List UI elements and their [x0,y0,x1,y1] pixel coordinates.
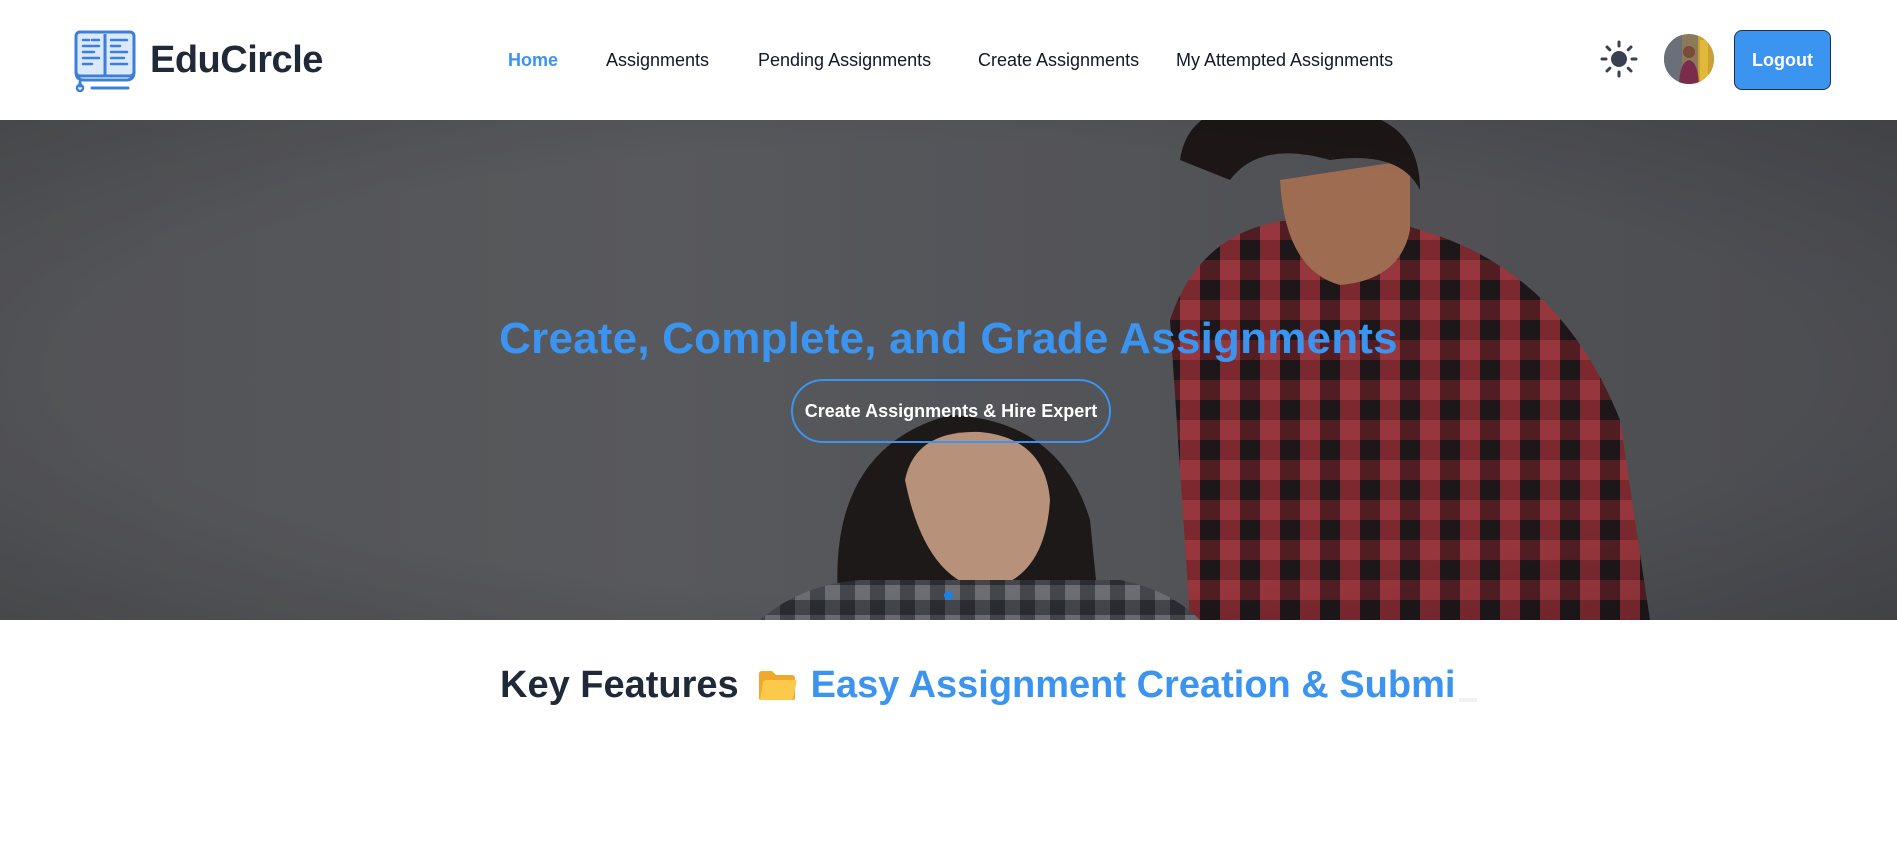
sun-icon[interactable] [1600,40,1638,78]
hero-overlay [0,120,1897,620]
user-avatar[interactable] [1664,34,1714,84]
top-navbar: EduCircle Home Assignments Pending Assig… [0,0,1897,120]
nav-link-home[interactable]: Home [508,50,558,71]
nav-link-pending-assignments[interactable]: Pending Assignments [758,50,931,71]
logout-button[interactable]: Logout [1734,30,1831,90]
folder-icon [758,671,797,700]
key-features-typed-text: Easy Assignment Creation & Submi [810,663,1456,706]
slider-pagination [0,591,1897,600]
brand-name: EduCircle [150,38,323,81]
key-features-heading: Key Features [500,663,739,706]
nav-link-my-attempted-assignments[interactable]: My Attempted Assignments [1176,50,1393,71]
hero-slider: Create, Complete, and Grade Assignments … [0,120,1897,620]
brand[interactable]: EduCircle [72,28,323,92]
nav-link-create-assignments[interactable]: Create Assignments [978,50,1139,71]
slider-dot-active[interactable] [944,591,953,600]
book-logo-icon [74,30,136,92]
nav-link-assignments[interactable]: Assignments [606,50,709,71]
hero-title: Create, Complete, and Grade Assignments [499,314,1398,363]
key-features-heading-row: Key Features Easy Assignment Creation & … [500,660,1478,710]
typing-cursor [1459,698,1478,702]
hire-expert-button[interactable]: Create Assignments & Hire Expert [791,379,1111,443]
